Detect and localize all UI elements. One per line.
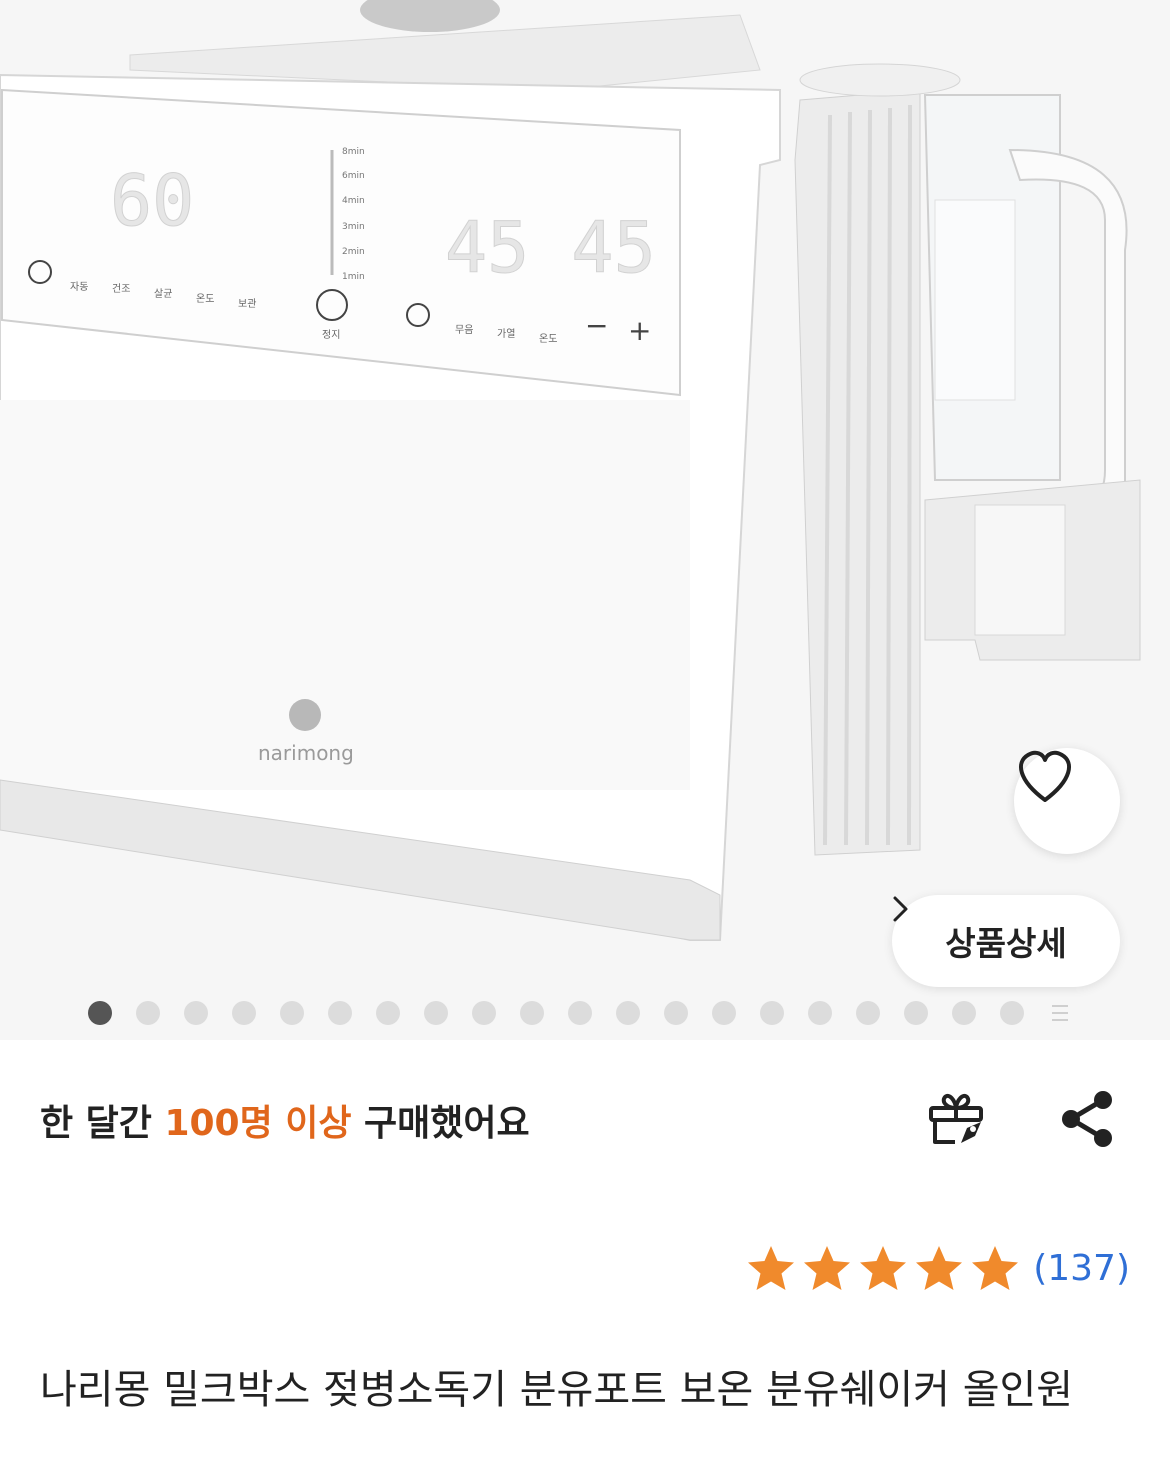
carousel-dot[interactable] [664, 1001, 688, 1025]
control-label: 온도 [539, 333, 557, 345]
timer-label: 3min [342, 222, 365, 232]
carousel-dot[interactable] [88, 1001, 112, 1025]
chevron-right-icon [893, 896, 908, 922]
product-title: 나리몽 밀크박스 젖병소독기 분유포트 보온 분유쉐이커 올인원 [40, 1367, 1074, 1413]
carousel-dot[interactable] [904, 1001, 928, 1025]
control-label: 자동 [70, 281, 88, 293]
purchase-info: 한 달간 100명 이상 구매했어요 [40, 1094, 530, 1146]
control-label: 가열 [497, 328, 515, 340]
share-icon [1062, 1091, 1112, 1147]
timer-label: 4min [342, 196, 365, 206]
carousel-dot[interactable] [856, 1001, 880, 1025]
display-left-number: 60 [110, 160, 194, 242]
control-label: 살균 [154, 288, 172, 300]
product-detail-button[interactable]: 상품상세 [892, 895, 1120, 987]
control-label: 온도 [196, 293, 214, 305]
purchase-suffix: 구매했어요 [351, 1103, 530, 1144]
timer-label: 6min [342, 171, 365, 181]
carousel-dot[interactable] [952, 1001, 976, 1025]
control-label: 건조 [112, 283, 130, 295]
carousel-dot[interactable] [712, 1001, 736, 1025]
product-detail-label: 상품상세 [945, 924, 1067, 963]
carousel-dot[interactable] [328, 1001, 352, 1025]
heart-icon [1019, 750, 1071, 802]
timer-label: 1min [342, 272, 365, 282]
minus-label: − [585, 309, 608, 342]
star-icon [748, 1246, 795, 1290]
purchase-highlight: 100명 이상 [164, 1103, 352, 1144]
star-icon [860, 1246, 907, 1290]
plus-label: + [628, 314, 651, 347]
star-icon [972, 1246, 1019, 1290]
star-rating [745, 1243, 1021, 1293]
timer-label: 8min [342, 147, 365, 157]
control-label: 무음 [455, 324, 473, 336]
star-icon [916, 1246, 963, 1290]
share-button[interactable] [1056, 1088, 1118, 1150]
brand-logo: narimong [258, 741, 354, 765]
control-label: 보관 [238, 298, 256, 310]
carousel-dot[interactable] [568, 1001, 592, 1025]
more-icon[interactable] [1048, 1001, 1072, 1025]
review-count-link[interactable]: (137) [1033, 1248, 1130, 1289]
timer-label: 2min [342, 247, 365, 257]
gift-button[interactable] [925, 1088, 987, 1150]
carousel-dot[interactable] [136, 1001, 160, 1025]
carousel-dot[interactable] [184, 1001, 208, 1025]
carousel-dot[interactable] [472, 1001, 496, 1025]
carousel-dot[interactable] [232, 1001, 256, 1025]
carousel-dot[interactable] [760, 1001, 784, 1025]
carousel-dot[interactable] [280, 1001, 304, 1025]
carousel-indicator[interactable] [88, 999, 1072, 1027]
carousel-dot[interactable] [616, 1001, 640, 1025]
carousel-dot[interactable] [1000, 1001, 1024, 1025]
product-image[interactable]: 60 45 45 8min 6min 4min 3min 2min 1min 자… [0, 0, 1170, 1040]
rating[interactable]: (137) [745, 1240, 1130, 1296]
product-illustration: 60 45 45 8min 6min 4min 3min 2min 1min 자… [0, 0, 1170, 1040]
control-label: 정지 [322, 329, 340, 341]
gift-icon [929, 1093, 983, 1144]
carousel-dot[interactable] [376, 1001, 400, 1025]
carousel-dot[interactable] [424, 1001, 448, 1025]
carousel-dot[interactable] [520, 1001, 544, 1025]
purchase-prefix: 한 달간 [40, 1103, 165, 1144]
star-icon [804, 1246, 851, 1290]
carousel-dot[interactable] [808, 1001, 832, 1025]
display-right-number: 45 45 [445, 207, 656, 289]
wishlist-button[interactable] [1014, 748, 1120, 854]
